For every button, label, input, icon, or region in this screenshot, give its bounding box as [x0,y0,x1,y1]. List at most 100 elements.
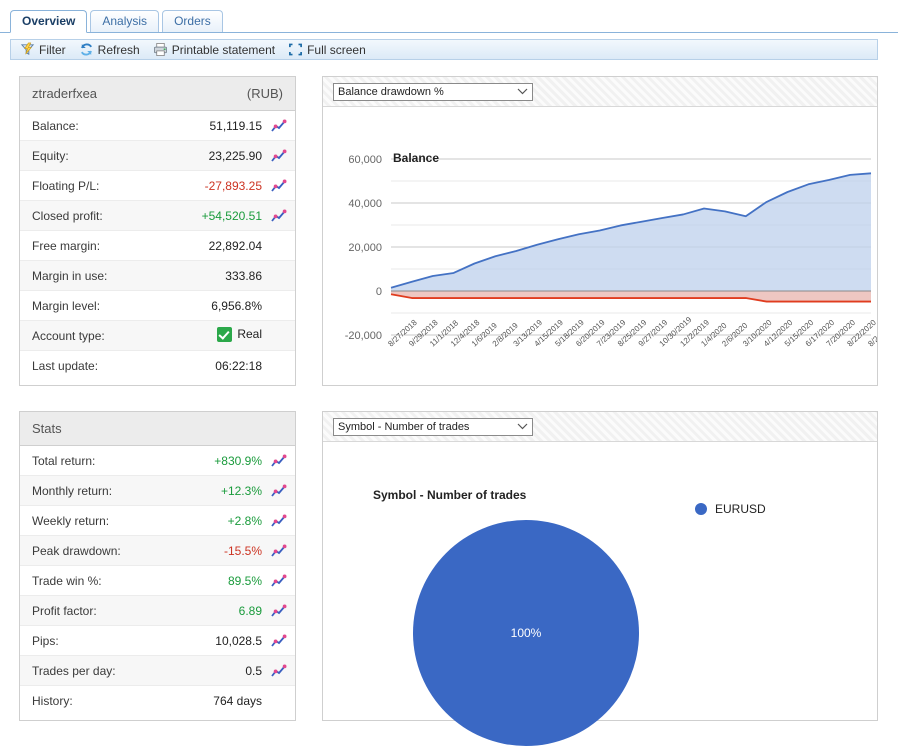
pie-slice-label: 100% [510,626,542,640]
row-value-wrap: Real [217,326,262,345]
tab-bar: Overview Analysis Orders [0,0,898,33]
row-value: -15.5% [223,543,262,558]
row-value: -27,893.25 [204,178,262,193]
svg-text:-20,000: -20,000 [345,330,382,342]
table-row: History: 764 days [20,686,295,716]
row-value: 333.86 [225,268,262,283]
row-label: Trade win %: [32,573,102,588]
refresh-label: Refresh [97,42,140,57]
row-value: 23,225.90 [208,148,262,163]
row-label: Closed profit: [32,208,103,223]
pie-legend-item[interactable]: EURUSD [695,502,766,516]
printer-icon [153,43,167,56]
chevron-down-icon [517,88,528,95]
account-type-badge: Real [217,326,262,342]
row-label: Trades per day: [32,663,116,678]
table-row: Pips: 10,028.5 [20,626,295,656]
balance-chart-plot: 60,00040,00020,0000-20,000 8/27/20189/29/… [345,154,898,348]
printable-statement-button[interactable]: Printable statement [148,41,280,59]
refresh-button[interactable]: Refresh [74,41,145,59]
sparkline-icon[interactable] [271,119,287,133]
account-panel-header: ztraderfxea (RUB) [20,77,295,111]
balance-chart-header: Balance drawdown % [323,77,877,107]
balance-chart-title: Balance [393,151,440,165]
account-summary-panel: ztraderfxea (RUB) Balance: 51,119.15 Equ… [19,76,296,386]
filter-icon [20,42,35,55]
row-value: +830.9% [214,453,262,468]
table-row: Profit factor: 6.89 [20,596,295,626]
row-label: Equity: [32,148,69,163]
table-row: Trade win %: 89.5% [20,566,295,596]
row-value: +2.8% [227,513,262,528]
balance-chart-select[interactable]: Balance drawdown % [333,82,533,101]
tab-analysis[interactable]: Analysis [90,10,160,32]
table-row: Margin in use: 333.86 [20,261,295,291]
sparkline-icon[interactable] [271,604,287,618]
legend-label: EURUSD [715,502,766,516]
table-row: Balance: 51,119.15 [20,111,295,141]
row-label: Last update: [32,359,99,373]
check-icon [217,326,233,342]
sparkline-icon[interactable] [271,544,287,558]
stats-panel-header: Stats [20,412,295,446]
row-value: +12.3% [220,483,262,498]
stats-panel: Stats Total return: +830.9% Monthly retu… [19,411,296,721]
row-label: Account type: [32,328,105,343]
stats-rows: Total return: +830.9% Monthly return: +1… [20,446,295,716]
row-value: 06:22:18 [215,359,262,373]
row-value: 51,119.15 [209,118,263,133]
tab-underline [0,32,898,33]
svg-text:40,000: 40,000 [348,198,382,210]
stats-title: Stats [32,421,62,436]
chevron-down-icon [517,423,528,430]
sparkline-icon[interactable] [271,514,287,528]
row-label: Margin in use: [32,268,108,283]
row-label: Monthly return: [32,483,113,498]
tab-overview[interactable]: Overview [10,10,88,33]
sparkline-icon[interactable] [271,574,287,588]
table-row: Total return: +830.9% [20,446,295,476]
pie-chart-select-value: Symbol - Number of trades [338,420,470,433]
filter-button[interactable]: Filter [15,41,71,59]
svg-text:60,000: 60,000 [348,154,382,166]
account-currency: (RUB) [246,86,283,101]
table-row: Monthly return: +12.3% [20,476,295,506]
sparkline-icon[interactable] [271,209,287,223]
table-row: Peak drawdown: -15.5% [20,536,295,566]
table-row: Trades per day: 0.5 [20,656,295,686]
pie-chart-select[interactable]: Symbol - Number of trades [333,417,533,436]
row-value: 6.89 [238,603,262,618]
full-screen-button[interactable]: Full screen [283,41,371,59]
row-label: Peak drawdown: [32,543,121,558]
legend-dot-icon [695,503,707,515]
row-value: 0.5 [245,663,262,678]
sparkline-icon[interactable] [271,664,287,678]
sparkline-icon[interactable] [271,454,287,468]
pie-chart-panel: Symbol - Number of trades Symbol - Numbe… [322,411,878,746]
balance-chart-body: Balance 60,000 40,000 20,000 0 -20,000 8/27/2… [323,107,898,385]
fullscreen-icon [289,43,303,56]
sparkline-icon[interactable] [271,634,287,648]
row-label: Floating P/L: [32,178,100,193]
row-value: 6,956.8% [211,298,262,313]
row-value: 10,028.5 [215,633,262,648]
tab-orders[interactable]: Orders [162,10,223,32]
filter-label: Filter [39,42,66,57]
row-label: Balance: [32,118,79,133]
row-label: Weekly return: [32,513,110,528]
tab-strip: Overview Analysis Orders [10,10,223,33]
account-type-value: Real [237,327,262,341]
account-name: ztraderfxea [32,86,98,101]
table-row: Account type: Real [20,321,295,351]
row-label: Profit factor: [32,603,97,618]
table-row: Weekly return: +2.8% [20,506,295,536]
sparkline-icon[interactable] [271,484,287,498]
balance-chart-panel: Balance drawdown % Balance 60,000 40,000 2… [322,76,898,386]
pie-slice-eurusd[interactable]: 100% [413,520,639,746]
row-label: Free margin: [32,238,101,253]
sparkline-icon[interactable] [271,179,287,193]
table-row: Floating P/L: -27,893.25 [20,171,295,201]
svg-text:0: 0 [376,286,382,298]
sparkline-icon[interactable] [271,149,287,163]
row-label: History: [32,694,73,708]
